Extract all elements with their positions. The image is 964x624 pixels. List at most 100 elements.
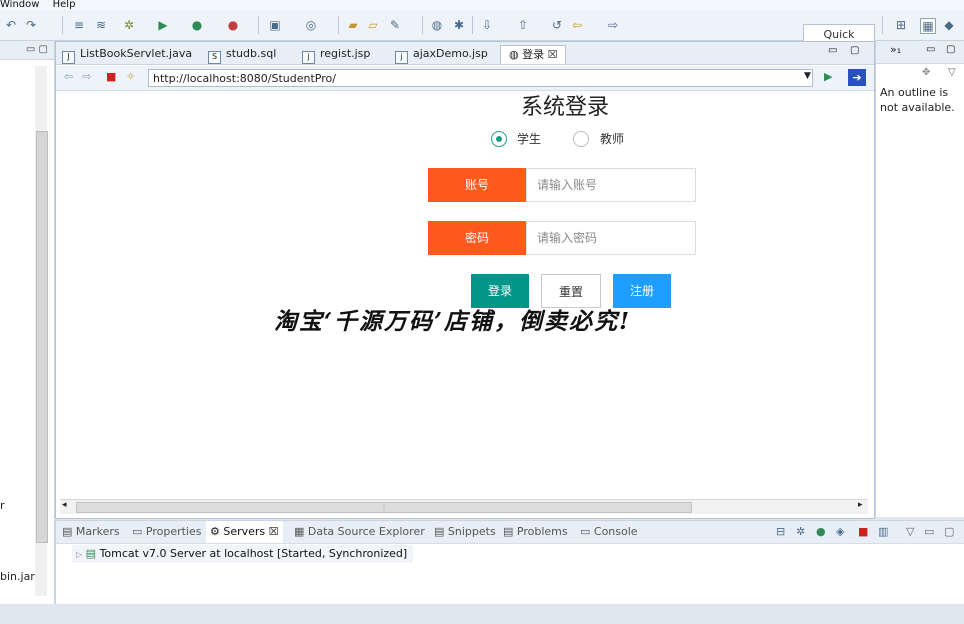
server-row[interactable]: ▷ ▤ Tomcat v7.0 Server at localhost [Sta… bbox=[72, 545, 414, 563]
globe-icon: ◍ bbox=[509, 48, 523, 61]
tab-markers[interactable]: ▤ Markers bbox=[62, 521, 120, 543]
outline-panel: »₁ ▭ ▢ ✥ ▽ An outline is not available. bbox=[875, 41, 964, 517]
jsp-file-icon: j bbox=[302, 51, 315, 64]
tab-regist-jsp[interactable]: j regist.jsp bbox=[302, 45, 370, 64]
annotation-icon[interactable]: ✱ bbox=[452, 18, 466, 32]
editor-tab-bar: J ListBookServlet.java Sstudb.sql j regist… bbox=[56, 42, 874, 65]
outline-message: An outline is not available. bbox=[880, 86, 955, 114]
view-menu-icon[interactable]: ▽ bbox=[948, 67, 956, 78]
account-input[interactable] bbox=[526, 168, 696, 202]
scroll-right-icon[interactable]: ▸ bbox=[858, 500, 863, 510]
publish-icon[interactable]: ▥ bbox=[878, 521, 888, 543]
page-title: 系统登录 bbox=[521, 95, 610, 120]
browser-refresh-icon[interactable]: ✧ bbox=[126, 70, 135, 83]
debug-icon[interactable]: ✲ bbox=[122, 18, 136, 32]
globe-icon[interactable]: ◍ bbox=[430, 18, 444, 32]
back-icon[interactable]: ↶ bbox=[4, 18, 18, 32]
scrollbar-thumb[interactable]: ⦙ bbox=[76, 502, 692, 513]
expand-icon[interactable]: ▷ bbox=[76, 550, 82, 559]
last-edit-icon[interactable]: ↺ bbox=[550, 18, 564, 32]
profile-server-icon[interactable]: ◈ bbox=[836, 521, 844, 543]
nav-back-icon[interactable]: ⇦ bbox=[570, 18, 584, 32]
stop-server-icon[interactable]: ■ bbox=[858, 521, 868, 543]
project-explorer-scrollbar[interactable] bbox=[35, 66, 48, 596]
run-config-icon[interactable]: ● bbox=[190, 18, 204, 32]
java-file-icon: J bbox=[62, 51, 75, 64]
bottom-tab-bar: ▤ Markers ▭ Properties ⚙ Servers ☒ ▦ Dat… bbox=[56, 521, 964, 544]
password-label: 密码 bbox=[428, 221, 526, 255]
outline-menu-icon[interactable]: ✥ bbox=[922, 67, 930, 78]
tab-properties[interactable]: ▭ Properties bbox=[132, 521, 201, 543]
menu-bar: Window Help bbox=[0, 0, 964, 10]
sql-file-icon: S bbox=[208, 51, 221, 64]
outline-header: »₁ ▭ ▢ bbox=[876, 41, 964, 64]
status-bar bbox=[0, 604, 964, 624]
external-tools-icon[interactable]: ● bbox=[226, 18, 240, 32]
forward-icon[interactable]: ↷ bbox=[24, 18, 38, 32]
debug-server-icon[interactable]: ✲ bbox=[796, 521, 805, 543]
watermark-text: 淘宝‘千源万码’店铺，倒卖必究! bbox=[274, 308, 632, 335]
run-icon[interactable]: ▶ bbox=[156, 18, 170, 32]
project-explorer: ▭ ▢ r bin.jar bbox=[0, 41, 55, 604]
tab-listbookservlet[interactable]: J ListBookServlet.java bbox=[62, 45, 192, 64]
open-perspective-icon[interactable]: ⊞ bbox=[894, 18, 908, 32]
jsp-file-icon: j bbox=[395, 51, 408, 64]
open-folder-icon[interactable]: ▰ bbox=[346, 18, 360, 32]
url-input[interactable]: http://localhost:8080/StudentPro/ bbox=[148, 69, 813, 87]
minimize-icon[interactable]: ▭ bbox=[828, 45, 837, 56]
server-status: [Started, Synchronized] bbox=[276, 547, 408, 560]
next-annotation-icon[interactable]: ⇩ bbox=[480, 18, 494, 32]
tab-servers[interactable]: ⚙ Servers ☒ bbox=[206, 521, 283, 543]
browser-back-icon[interactable]: ⇦ bbox=[64, 70, 73, 83]
password-input[interactable] bbox=[526, 221, 696, 255]
menu-help[interactable]: Help bbox=[53, 0, 76, 10]
go-icon[interactable]: ▶ bbox=[824, 70, 832, 83]
refactor-icon[interactable]: ≋ bbox=[94, 18, 108, 32]
maximize-icon[interactable]: ▢ bbox=[944, 521, 954, 543]
radio-teacher[interactable] bbox=[573, 131, 589, 147]
open-external-icon[interactable]: ➔ bbox=[848, 69, 866, 86]
browser-stop-icon[interactable]: ■ bbox=[106, 70, 116, 83]
radio-student-label[interactable]: 学生 bbox=[517, 132, 541, 146]
maximize-icon[interactable]: ▢ bbox=[946, 44, 955, 55]
editor-area: J ListBookServlet.java Sstudb.sql j regist… bbox=[55, 41, 875, 519]
search-icon[interactable]: ≡ bbox=[72, 18, 86, 32]
tab-data-source-explorer[interactable]: ▦ Data Source Explorer bbox=[294, 521, 425, 543]
tab-problems[interactable]: ▤ Problems bbox=[503, 521, 568, 543]
minimize-icon[interactable]: ▭ bbox=[926, 44, 935, 55]
radio-student[interactable] bbox=[491, 131, 507, 147]
start-server-icon[interactable]: ● bbox=[816, 521, 826, 543]
java-perspective-icon[interactable]: ◆ bbox=[942, 18, 956, 32]
minimize-icon[interactable]: ▭ bbox=[924, 521, 934, 543]
browser-forward-icon[interactable]: ⇨ bbox=[82, 70, 91, 83]
close-icon[interactable]: ☒ bbox=[544, 48, 558, 61]
account-label: 账号 bbox=[428, 168, 526, 202]
chevron-down-icon[interactable]: ▼ bbox=[804, 71, 811, 81]
open-file-icon[interactable]: ▱ bbox=[366, 18, 380, 32]
tree-item-fragment[interactable]: r bbox=[0, 499, 5, 512]
new-wizard-icon[interactable]: ▣ bbox=[268, 18, 282, 32]
javaee-perspective-icon[interactable]: ▦ bbox=[920, 18, 936, 34]
tab-login-browser[interactable]: ◍ 登录 ☒ bbox=[500, 45, 567, 64]
maximize-icon[interactable]: ▢ bbox=[850, 45, 859, 56]
bottom-panel: ▤ Markers ▭ Properties ⚙ Servers ☒ ▦ Dat… bbox=[55, 520, 964, 606]
tab-studb-sql[interactable]: Sstudb.sql bbox=[208, 45, 276, 64]
main-toolbar: ↶ ↷ ≡ ≋ ✲ ▶ ● ● ▣ ◎ ▰ ▱ ✎ ◍ ✱ ⇩ ⇧ ↺ ⇦ ⇨ … bbox=[0, 10, 964, 61]
horizontal-scrollbar[interactable]: ◂ ⦙ ▸ bbox=[60, 499, 868, 514]
open-type-icon[interactable]: ◎ bbox=[304, 18, 318, 32]
nav-forward-icon[interactable]: ⇨ bbox=[606, 18, 620, 32]
tree-item-fragment-jar[interactable]: bin.jar bbox=[0, 570, 35, 583]
tab-console[interactable]: ▭ Console bbox=[580, 521, 638, 543]
scrollbar-thumb[interactable] bbox=[36, 131, 48, 543]
new-server-icon[interactable]: ⊟ bbox=[776, 521, 785, 543]
radio-teacher-label[interactable]: 教师 bbox=[600, 132, 624, 146]
more-views-icon[interactable]: »₁ bbox=[890, 43, 901, 56]
pin-icon[interactable]: ✎ bbox=[388, 18, 402, 32]
view-menu-icon[interactable]: ▽ bbox=[906, 521, 914, 543]
menu-window[interactable]: Window bbox=[0, 0, 39, 10]
prev-annotation-icon[interactable]: ⇧ bbox=[516, 18, 530, 32]
tab-ajaxdemo-jsp[interactable]: j ajaxDemo.jsp bbox=[395, 45, 488, 64]
scroll-left-icon[interactable]: ◂ bbox=[62, 500, 67, 510]
server-icon: ▤ bbox=[85, 547, 97, 560]
tab-snippets[interactable]: ▤ Snippets bbox=[434, 521, 496, 543]
